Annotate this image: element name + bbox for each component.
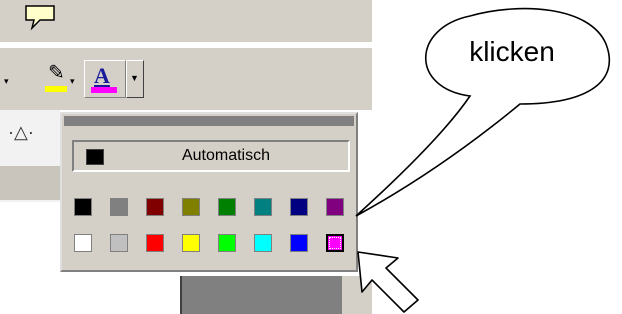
callout-text: klicken xyxy=(469,36,555,67)
cursor-arrow-icon xyxy=(357,251,419,313)
